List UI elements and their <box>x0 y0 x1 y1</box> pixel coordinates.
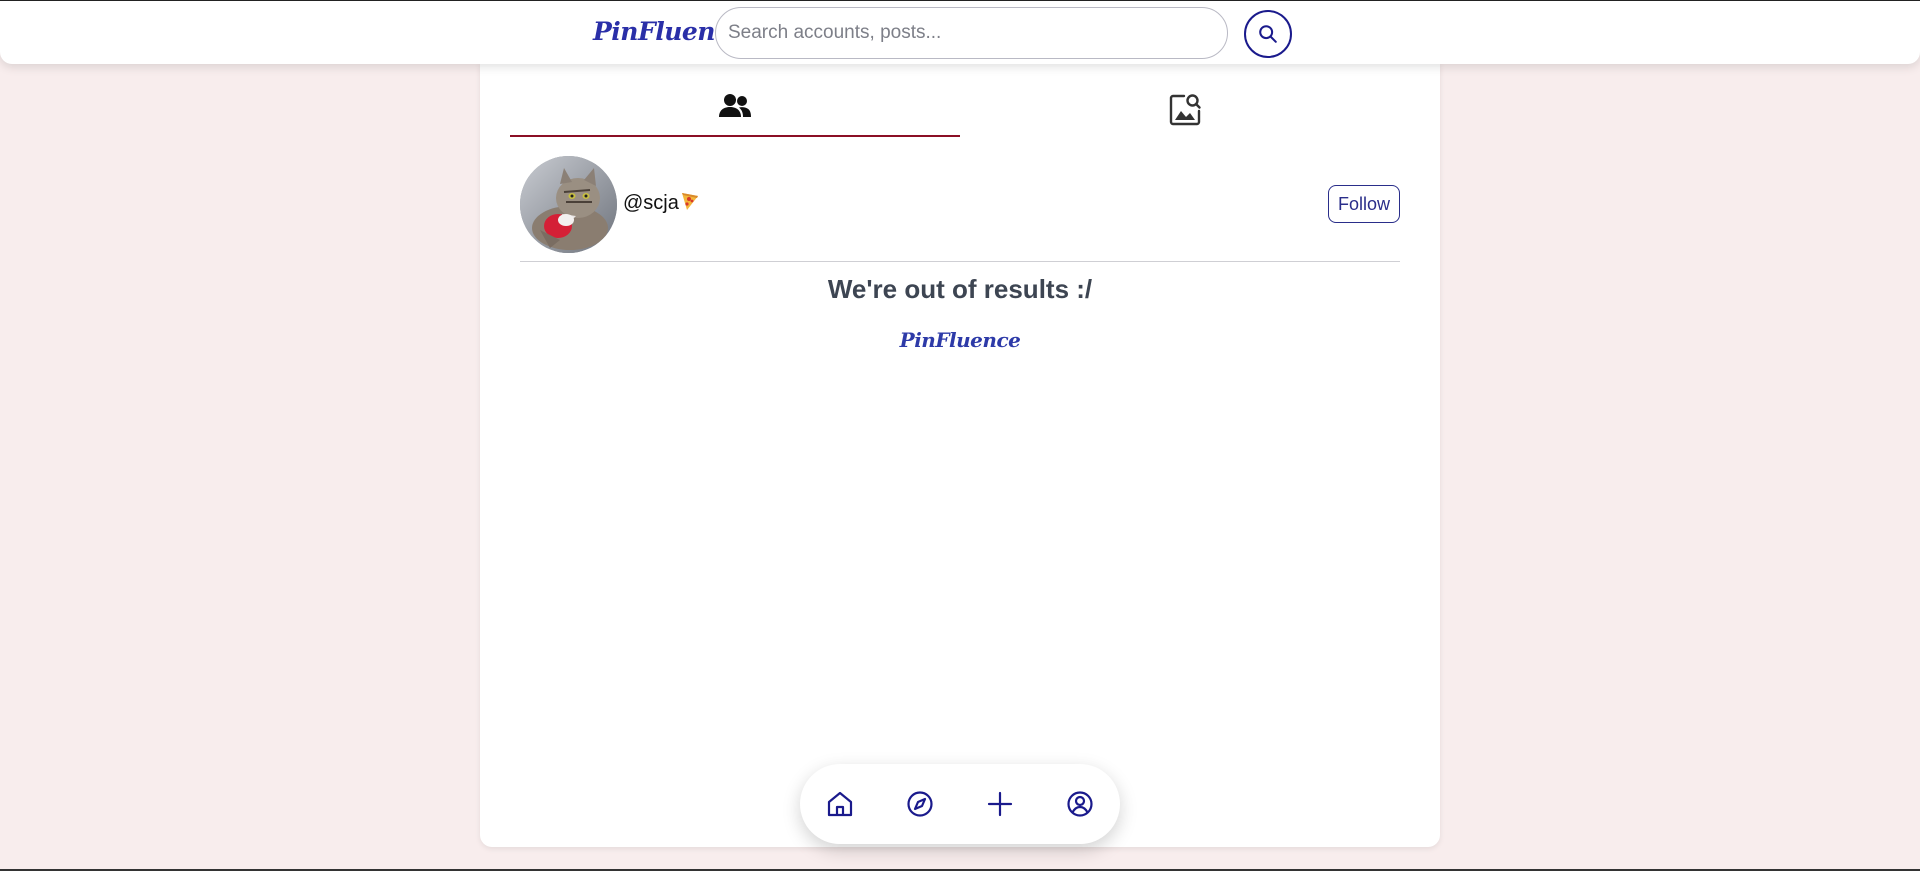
search-button[interactable] <box>1244 10 1292 58</box>
end-of-results-message: We're out of results :/ <box>827 274 1093 304</box>
search-input[interactable] <box>715 7 1228 59</box>
page: PinFluence Search accounts, posts... @sc… <box>0 0 1920 871</box>
search-icon <box>1259 25 1277 43</box>
image-search-icon <box>1169 94 1201 126</box>
plus-icon <box>987 791 1013 817</box>
top-header: PinFluence <box>0 0 1920 64</box>
nav-explore-button[interactable] <box>900 784 940 824</box>
user-circle-icon <box>1067 791 1093 817</box>
home-icon <box>827 791 853 817</box>
compass-icon <box>907 791 933 817</box>
cat-photo <box>520 156 617 253</box>
account-result-row[interactable]: @scja Follow <box>520 154 1400 262</box>
tab-posts[interactable] <box>960 92 1410 137</box>
bottom-navigation <box>800 764 1120 844</box>
follow-button[interactable]: Follow <box>1328 185 1400 223</box>
nav-home-button[interactable] <box>820 784 860 824</box>
tab-accounts[interactable] <box>510 92 960 137</box>
results-tabs <box>510 92 1410 137</box>
avatar[interactable] <box>520 156 617 253</box>
footer-brand-logo: PinFluence <box>899 328 1021 352</box>
people-icon <box>719 94 751 117</box>
account-username[interactable]: @scja <box>623 192 679 215</box>
nav-profile-button[interactable] <box>1060 784 1100 824</box>
search-results-card: @scja Follow We're out of results :/ Pin… <box>480 62 1440 847</box>
pizza-icon <box>682 193 698 210</box>
nav-create-button[interactable] <box>980 784 1020 824</box>
